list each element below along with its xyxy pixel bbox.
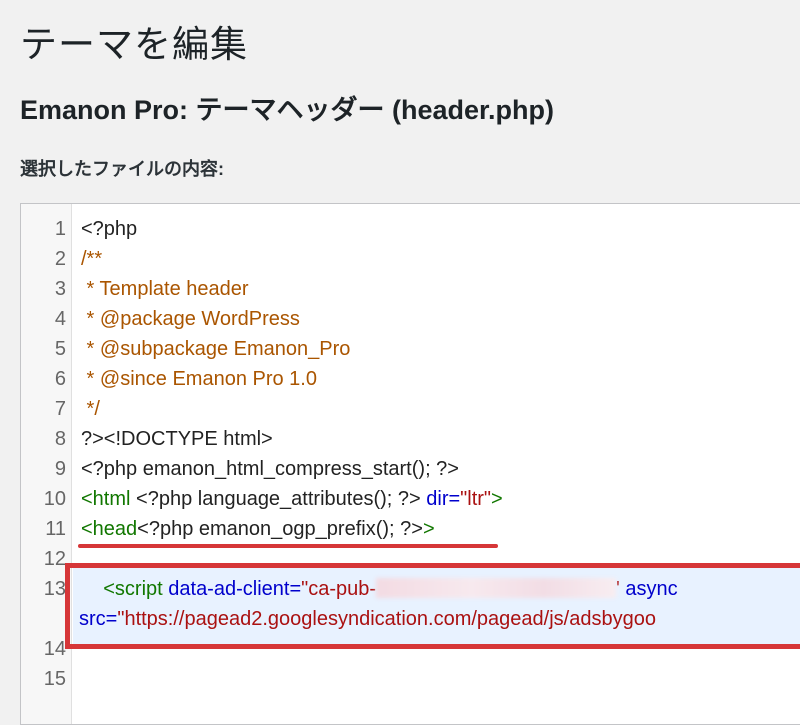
code-text: <?php emanon_html_compress_start(); ?> xyxy=(81,458,459,480)
code-line: * @subpackage Emanon_Pro xyxy=(81,334,351,364)
code-line: * @since Emanon Pro 1.0 xyxy=(81,364,317,394)
code-line: * @package WordPress xyxy=(81,304,300,334)
code-line: <html <?php language_attributes(); ?> di… xyxy=(81,484,503,514)
html-tag: <html xyxy=(81,488,131,510)
line-number: 15 xyxy=(43,668,66,690)
code-comment: * @subpackage Emanon_Pro xyxy=(81,338,351,360)
html-tag-close: > xyxy=(491,488,503,510)
script-highlight-box xyxy=(65,563,800,649)
line-number: 1 xyxy=(54,218,66,240)
line-number: 14 xyxy=(43,638,66,660)
line-number: 3 xyxy=(54,278,66,300)
line-number: 9 xyxy=(54,458,66,480)
code-line: <head<?php emanon_ogp_prefix(); ?>> xyxy=(81,514,435,544)
line-number: 11 xyxy=(45,518,66,540)
head-tag-close: > xyxy=(422,518,435,540)
code-comment: * @package WordPress xyxy=(81,308,300,330)
code-line: */ xyxy=(81,394,100,424)
code-line: ?><!DOCTYPE html> xyxy=(81,424,273,454)
line-number: 8 xyxy=(54,428,66,450)
php-call: <?php emanon_ogp_prefix(); ?> xyxy=(137,518,423,540)
line-number: 10 xyxy=(43,488,66,510)
line-number: 5 xyxy=(54,338,66,360)
line-number: 7 xyxy=(54,398,66,420)
php-call: <?php language_attributes(); ?> xyxy=(130,488,427,510)
code-comment: */ xyxy=(81,398,100,420)
line-number: 6 xyxy=(54,368,66,390)
code-comment: /** xyxy=(81,248,103,270)
code-text: ?><!DOCTYPE html> xyxy=(81,428,273,450)
code-comment: * @since Emanon Pro 1.0 xyxy=(81,368,317,390)
code-line: <?php emanon_html_compress_start(); ?> xyxy=(81,454,459,484)
code-comment: * Template header xyxy=(81,278,249,300)
attribute-value: "ltr" xyxy=(460,488,492,510)
page-title: テーマを編集 xyxy=(20,24,248,65)
code-text: <?php xyxy=(81,218,138,240)
head-tag: <head xyxy=(81,518,138,540)
attribute-name: dir= xyxy=(426,488,461,510)
line-number: 4 xyxy=(54,308,66,330)
code-line: <?php xyxy=(81,214,137,244)
code-line: /** xyxy=(81,244,102,274)
code-line: * Template header xyxy=(81,274,249,304)
line-number: 2 xyxy=(54,248,66,270)
file-heading: Emanon Pro: テーマヘッダー (header.php) xyxy=(20,95,555,125)
head-tag-underline xyxy=(78,544,498,548)
line-number: 13 xyxy=(43,578,66,600)
line-number: 12 xyxy=(43,548,66,570)
file-content-label: 選択したファイルの内容: xyxy=(20,159,224,179)
